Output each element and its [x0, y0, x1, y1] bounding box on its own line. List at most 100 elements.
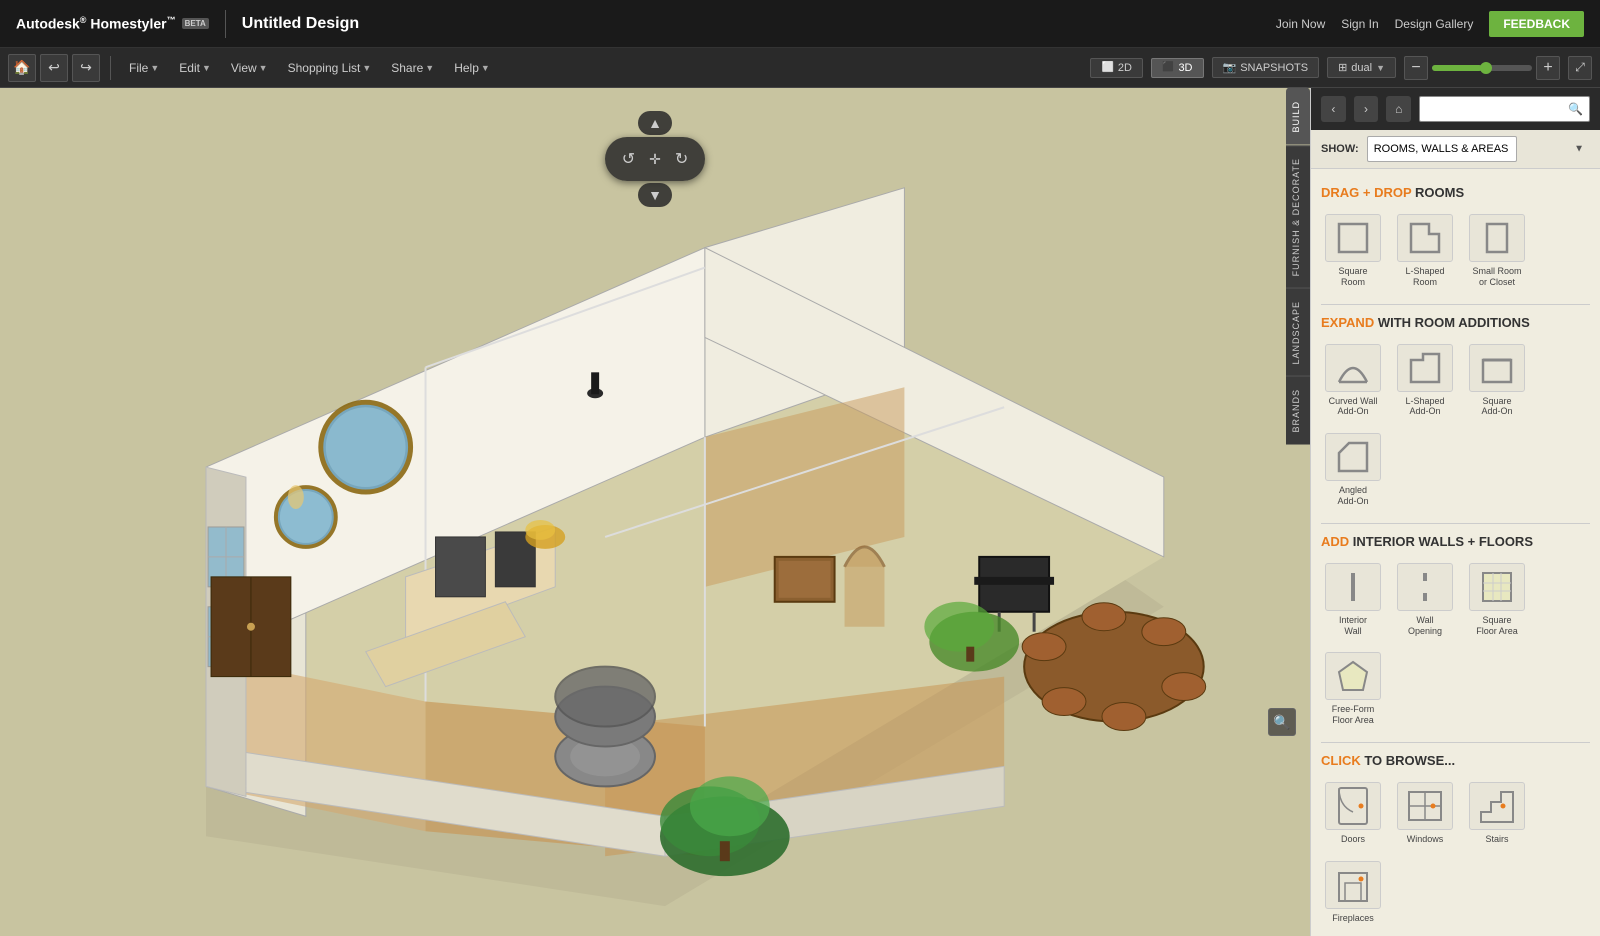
sign-in-link[interactable]: Sign In	[1341, 17, 1378, 31]
fireplaces-icon	[1325, 861, 1381, 909]
show-dropdown-wrapper: ROOMS, WALLS & AREAS FURNITURE FLOORS EV…	[1367, 136, 1590, 162]
nav-down-btn[interactable]: ▼	[638, 183, 672, 207]
curved-wall-card[interactable]: Curved WallAdd-On	[1321, 340, 1385, 422]
help-menu[interactable]: Help ▼	[446, 57, 498, 79]
panel-content: DRAG + DROP ROOMS SquareRoom L-ShapedRoo…	[1311, 169, 1600, 936]
nav-rotate-left-btn[interactable]: ↺	[616, 145, 641, 173]
windows-card[interactable]: Windows	[1393, 778, 1457, 849]
floorplan-svg	[0, 88, 1310, 936]
angled-add-card[interactable]: AngledAdd-On	[1321, 429, 1385, 511]
panel-search-box: 🔍	[1419, 96, 1590, 122]
camera-icon: 📷	[1223, 61, 1237, 74]
interior-wall-card[interactable]: InteriorWall	[1321, 559, 1385, 641]
view-menu-arrow: ▼	[259, 63, 268, 73]
view-2d-btn[interactable]: ⬜ 2D	[1090, 58, 1143, 78]
panel-search-input[interactable]	[1426, 103, 1568, 115]
l-shaped-room-icon	[1397, 214, 1453, 262]
angled-add-icon	[1325, 433, 1381, 481]
brands-tab[interactable]: BRANDS	[1286, 376, 1310, 445]
landscape-tab[interactable]: LANDSCAPE	[1286, 288, 1310, 377]
browse-grid: Doors Windows	[1321, 778, 1590, 928]
join-now-link[interactable]: Join Now	[1276, 17, 1325, 31]
fireplaces-label: Fireplaces	[1332, 913, 1374, 924]
dual-icon: ⊞	[1338, 61, 1347, 74]
square-floor-label: SquareFloor Area	[1476, 615, 1518, 637]
nav-up-btn[interactable]: ▲	[638, 111, 672, 135]
undo-btn[interactable]: ↩	[40, 54, 68, 82]
design-gallery-link[interactable]: Design Gallery	[1395, 17, 1474, 31]
view-menu[interactable]: View ▼	[223, 57, 276, 79]
zoom-slider-track[interactable]	[1432, 65, 1532, 71]
wall-opening-card[interactable]: WallOpening	[1393, 559, 1457, 641]
dual-view-btn[interactable]: ⊞ dual ▼	[1327, 57, 1396, 78]
beta-badge: BETA	[182, 18, 209, 29]
fullscreen-btn[interactable]: ⤢	[1568, 56, 1592, 80]
help-menu-arrow: ▼	[481, 63, 490, 73]
home-tool-btn[interactable]: 🏠	[8, 54, 36, 82]
zoom-slider-thumb[interactable]	[1480, 62, 1492, 74]
stairs-icon	[1469, 782, 1525, 830]
panel-search-btn[interactable]: 🔍	[1568, 102, 1583, 116]
curved-wall-icon	[1325, 344, 1381, 392]
l-shaped-room-label: L-ShapedRoom	[1405, 266, 1444, 288]
interior-walls-section-title: ADD INTERIOR WALLS + FLOORS	[1321, 534, 1590, 549]
drag-drop-section-title: DRAG + DROP ROOMS	[1321, 185, 1590, 200]
show-row: SHOW: ROOMS, WALLS & AREAS FURNITURE FLO…	[1311, 130, 1600, 169]
l-shaped-add-card[interactable]: L-ShapedAdd-On	[1393, 340, 1457, 422]
redo-btn[interactable]: ↪	[72, 54, 100, 82]
freeform-floor-card[interactable]: Free-FormFloor Area	[1321, 648, 1385, 730]
autodesk-logo: Autodesk® Homestyler™ BETA	[16, 15, 209, 32]
fireplaces-card[interactable]: Fireplaces	[1321, 857, 1385, 928]
small-room-label: Small Roomor Closet	[1472, 266, 1521, 288]
vertical-tabs: BUILD FURNISH & DECORATE LANDSCAPE BRAND…	[1286, 88, 1310, 445]
title-divider	[225, 10, 226, 38]
shopping-list-menu[interactable]: Shopping List ▼	[280, 57, 380, 79]
share-menu[interactable]: Share ▼	[383, 57, 442, 79]
square-floor-icon	[1469, 563, 1525, 611]
toolbar-right: ⬜ 2D ⬛ 3D 📷 SNAPSHOTS ⊞ dual ▼ − + ⤢	[1090, 56, 1592, 80]
nav-center: ✛	[645, 147, 665, 172]
windows-label: Windows	[1407, 834, 1444, 845]
shopping-menu-arrow: ▼	[362, 63, 371, 73]
show-dropdown[interactable]: ROOMS, WALLS & AREAS FURNITURE FLOORS EV…	[1367, 136, 1517, 162]
browse-section-title: CLICK TO BROWSE...	[1321, 753, 1590, 768]
square-floor-card[interactable]: SquareFloor Area	[1465, 559, 1529, 641]
doors-card[interactable]: Doors	[1321, 778, 1385, 849]
zoom-bar: − +	[1404, 56, 1560, 80]
snapshots-btn[interactable]: 📷 SNAPSHOTS	[1212, 57, 1320, 78]
section-divider-1	[1321, 304, 1590, 305]
panel-home-btn[interactable]: ⌂	[1386, 96, 1411, 122]
logo-text: Autodesk® Homestyler™	[16, 15, 176, 32]
nav-ring: ↺ ✛ ↻	[605, 137, 705, 181]
feedback-button[interactable]: FEEDBACK	[1489, 11, 1584, 37]
walls-grid: InteriorWall WallOpening SquareFloor Are…	[1321, 559, 1590, 730]
zoom-plus-btn[interactable]: +	[1536, 56, 1560, 80]
windows-icon	[1397, 782, 1453, 830]
canvas-area[interactable]: ▲ ↺ ✛ ↻ ▼ 🔍	[0, 88, 1310, 936]
small-room-card[interactable]: Small Roomor Closet	[1465, 210, 1529, 292]
stairs-card[interactable]: Stairs	[1465, 778, 1529, 849]
nav-control: ▲ ↺ ✛ ↻ ▼	[600, 104, 710, 214]
3d-icon: ⬛	[1162, 62, 1174, 73]
view-3d-btn[interactable]: ⬛ 3D	[1151, 58, 1204, 78]
file-menu-arrow: ▼	[150, 63, 159, 73]
canvas-magnifier-btn[interactable]: 🔍	[1268, 708, 1296, 736]
rooms-grid: SquareRoom L-ShapedRoom Small Roomor Clo…	[1321, 210, 1590, 292]
top-bar: Autodesk® Homestyler™ BETA Untitled Desi…	[0, 0, 1600, 48]
edit-menu[interactable]: Edit ▼	[171, 57, 219, 79]
freeform-floor-label: Free-FormFloor Area	[1332, 704, 1375, 726]
square-room-icon	[1325, 214, 1381, 262]
square-room-card[interactable]: SquareRoom	[1321, 210, 1385, 292]
panel-back-btn[interactable]: ‹	[1321, 96, 1346, 122]
right-panel: ‹ › ⌂ 🔍 SHOW: ROOMS, WALLS & AREAS FURNI…	[1310, 88, 1600, 936]
zoom-minus-btn[interactable]: −	[1404, 56, 1428, 80]
panel-forward-btn[interactable]: ›	[1354, 96, 1379, 122]
doors-icon	[1325, 782, 1381, 830]
build-tab[interactable]: BUILD	[1286, 88, 1310, 145]
file-menu[interactable]: File ▼	[121, 57, 167, 79]
l-shaped-room-card[interactable]: L-ShapedRoom	[1393, 210, 1457, 292]
freeform-floor-icon	[1325, 652, 1381, 700]
nav-rotate-right-btn[interactable]: ↻	[669, 145, 694, 173]
square-add-card[interactable]: SquareAdd-On	[1465, 340, 1529, 422]
furnish-tab[interactable]: FURNISH & DECORATE	[1286, 145, 1310, 288]
